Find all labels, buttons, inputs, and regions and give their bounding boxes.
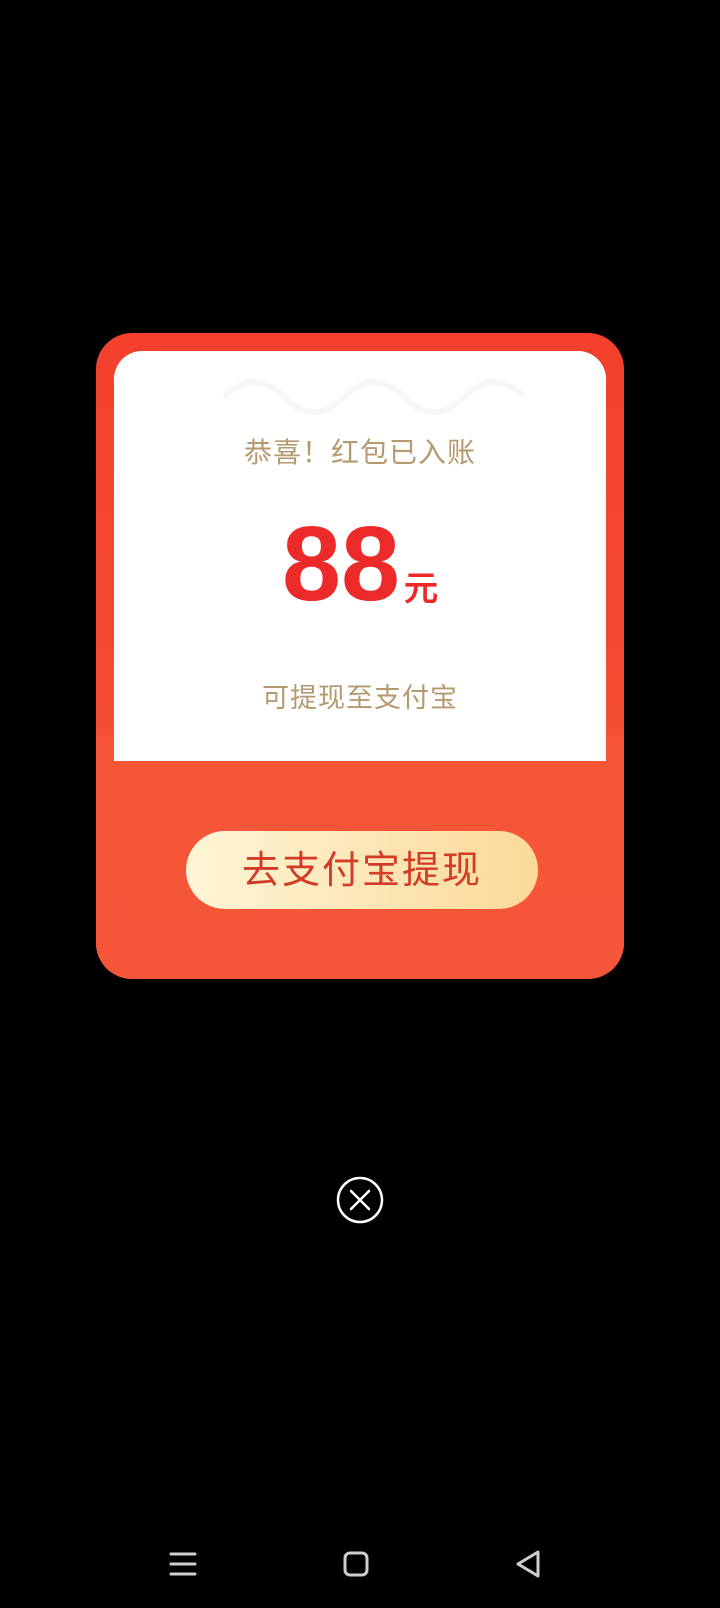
congrats-text: 恭喜！红包已入账 xyxy=(243,436,476,469)
close-icon[interactable] xyxy=(336,1176,384,1224)
red-packet-popup: 恭喜！红包已入账 88 元 可提现至支付宝 去支付宝提现 xyxy=(96,333,624,979)
back-triangle-icon[interactable] xyxy=(508,1544,548,1584)
withdraw-hint: 可提现至支付宝 xyxy=(262,683,458,714)
amount-display: 88 元 xyxy=(114,511,606,617)
menu-icon[interactable] xyxy=(163,1544,203,1584)
home-square-icon[interactable] xyxy=(336,1544,376,1584)
decorative-pattern xyxy=(221,379,527,415)
system-navigation-bar xyxy=(0,1508,720,1608)
amount-unit: 元 xyxy=(403,569,438,609)
amount-value: 88 xyxy=(282,505,400,623)
withdraw-to-alipay-button[interactable]: 去支付宝提现 xyxy=(186,831,538,909)
card-content-panel: 恭喜！红包已入账 88 元 可提现至支付宝 xyxy=(114,351,606,761)
